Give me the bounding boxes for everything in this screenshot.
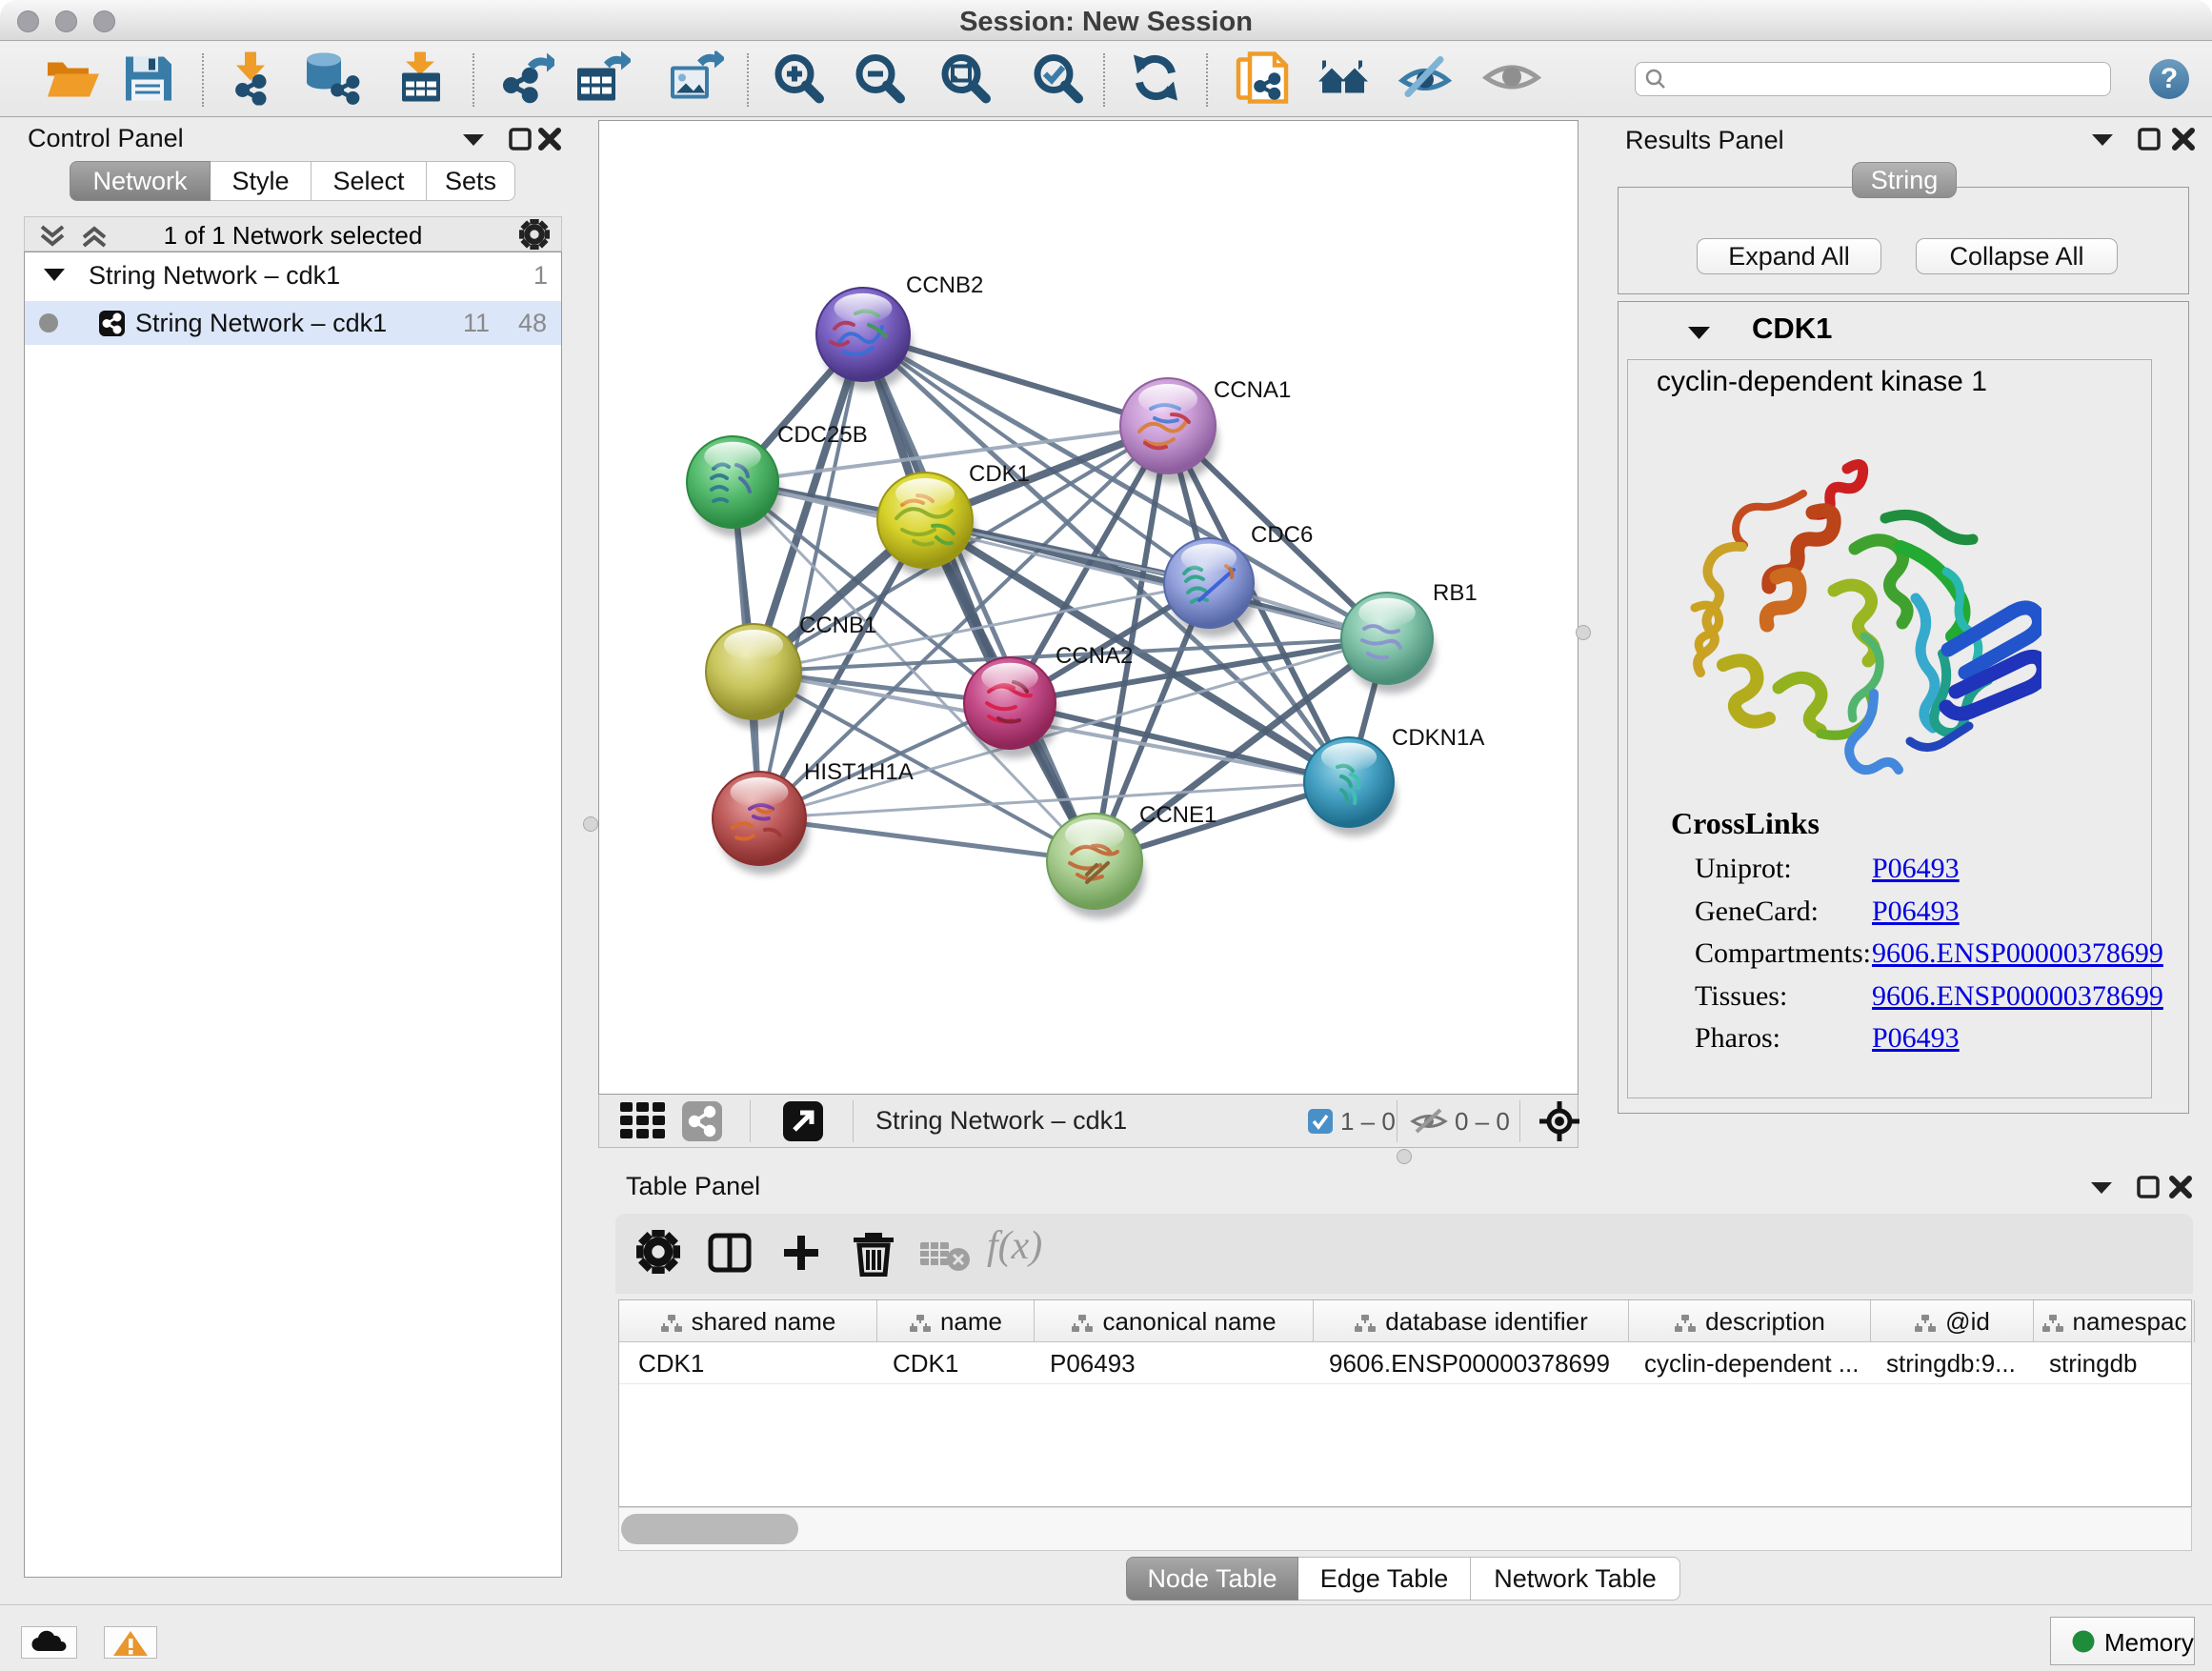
svg-text:CCNA1: CCNA1	[1214, 377, 1291, 403]
svg-text:CCNB2: CCNB2	[906, 272, 983, 298]
svg-text:CCNA2: CCNA2	[1056, 643, 1133, 669]
svg-text:CDC6: CDC6	[1251, 522, 1313, 548]
svg-text:RB1: RB1	[1433, 580, 1478, 606]
svg-text:HIST1H1A: HIST1H1A	[804, 759, 914, 785]
svg-text:CCNE1: CCNE1	[1139, 802, 1217, 828]
svg-text:CDC25B: CDC25B	[777, 422, 868, 448]
svg-text:CCNB1: CCNB1	[799, 613, 876, 638]
svg-text:CDKN1A: CDKN1A	[1392, 725, 1484, 751]
svg-text:CDK1: CDK1	[969, 461, 1030, 487]
